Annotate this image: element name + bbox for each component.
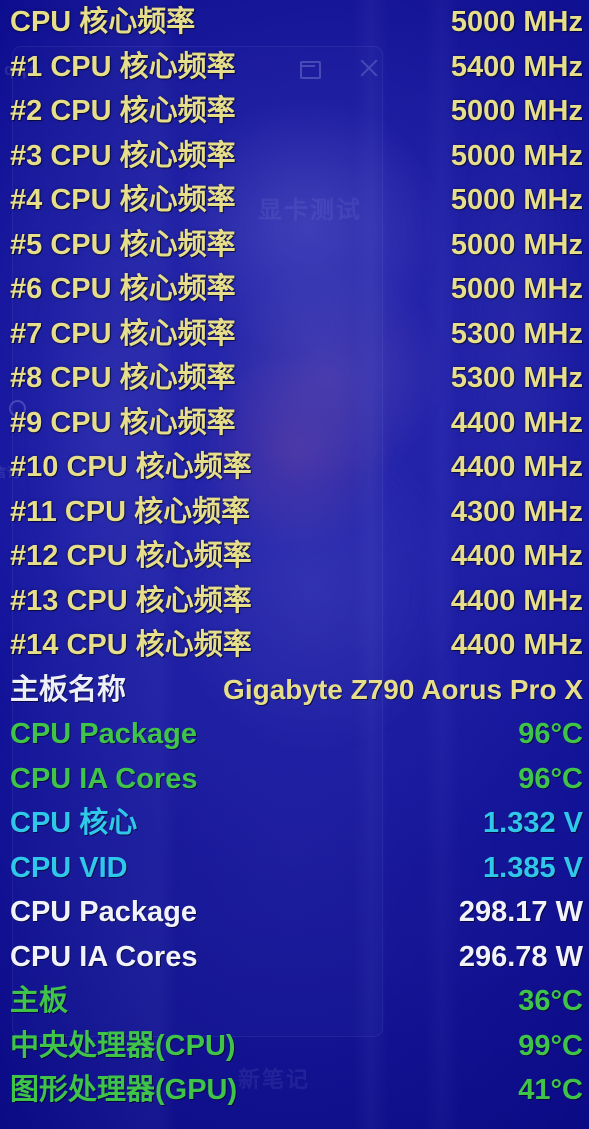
sensor-label: CPU 核心 bbox=[10, 807, 138, 839]
sensor-label: #12 CPU 核心频率 bbox=[10, 540, 252, 572]
sensor-value: 96°C bbox=[518, 718, 583, 750]
sensor-label: #5 CPU 核心频率 bbox=[10, 228, 236, 261]
sensor-label: 主板 bbox=[10, 985, 69, 1017]
sensor-label: #7 CPU 核心频率 bbox=[10, 317, 236, 350]
sensor-value: 4400 MHz bbox=[450, 406, 583, 439]
sensor-value: 4300 MHz bbox=[450, 495, 583, 528]
sensor-readout-list: CPU 核心频率 5000 MHz #1 CPU 核心频率 5400 MHz #2 CP… bbox=[0, 0, 589, 1113]
sensor-row: #12 CPU 核心频率 4400 MHz bbox=[0, 534, 589, 579]
sensor-value: 4400 MHz bbox=[450, 584, 583, 617]
sensor-label: #2 CPU 核心频率 bbox=[10, 95, 236, 127]
sensor-row: #6 CPU 核心频率 5000 MHz bbox=[0, 267, 589, 312]
sensor-row: #8 CPU 核心频率 5300 MHz bbox=[0, 356, 589, 401]
sensor-label: CPU Package bbox=[10, 896, 197, 928]
sensor-value: 5300 MHz bbox=[450, 317, 583, 350]
sensor-row: #1 CPU 核心频率 5400 MHz bbox=[0, 45, 589, 90]
sensor-value: 5000 MHz bbox=[450, 273, 583, 305]
sensor-label: CPU IA Cores bbox=[10, 762, 198, 795]
sensor-label: CPU VID bbox=[10, 851, 128, 884]
sensor-value: 5300 MHz bbox=[450, 362, 583, 394]
sensor-row: 中央处理器(CPU) 99°C bbox=[0, 1024, 589, 1069]
sensor-value: 5400 MHz bbox=[450, 50, 583, 83]
sensor-label: #11 CPU 核心频率 bbox=[10, 495, 251, 528]
sensor-label: CPU 核心频率 bbox=[10, 6, 196, 38]
sensor-label: #6 CPU 核心频率 bbox=[10, 273, 236, 305]
sensor-row: #2 CPU 核心频率 5000 MHz bbox=[0, 89, 589, 134]
sensor-value: 5000 MHz bbox=[450, 6, 583, 38]
sensor-row: CPU VID 1.385 V bbox=[0, 846, 589, 891]
sensor-row: CPU 核心频率 5000 MHz bbox=[0, 0, 589, 45]
sensor-label: CPU Package bbox=[10, 718, 197, 750]
sensor-value: 4400 MHz bbox=[450, 629, 583, 661]
sensor-label: #13 CPU 核心频率 bbox=[10, 584, 252, 617]
monitor-overlay-screen: qqq 显卡测试 言论 新笔记 CPU 核心频率 5000 MHz #1 CPU 核… bbox=[0, 0, 589, 1129]
sensor-label: 主板名称 bbox=[10, 673, 127, 706]
sensor-row: #11 CPU 核心频率 4300 MHz bbox=[0, 490, 589, 535]
sensor-row: #14 CPU 核心频率 4400 MHz bbox=[0, 623, 589, 668]
sensor-row: #9 CPU 核心频率 4400 MHz bbox=[0, 401, 589, 446]
sensor-row: 图形处理器(GPU) 41°C bbox=[0, 1068, 589, 1113]
sensor-value: 4400 MHz bbox=[450, 540, 583, 572]
sensor-row: CPU IA Cores 96°C bbox=[0, 757, 589, 802]
sensor-value: 5000 MHz bbox=[450, 228, 583, 261]
sensor-row: CPU 核心 1.332 V bbox=[0, 801, 589, 846]
sensor-value: 5000 MHz bbox=[450, 95, 583, 127]
sensor-row: 主板名称 Gigabyte Z790 Aorus Pro X bbox=[0, 668, 589, 713]
sensor-value: 5000 MHz bbox=[450, 184, 583, 216]
sensor-value: 96°C bbox=[518, 762, 583, 795]
sensor-label: #3 CPU 核心频率 bbox=[10, 139, 236, 172]
sensor-value: 41°C bbox=[518, 1074, 583, 1106]
sensor-row: CPU Package 96°C bbox=[0, 712, 589, 757]
sensor-row: CPU Package 298.17 W bbox=[0, 890, 589, 935]
sensor-label: #4 CPU 核心频率 bbox=[10, 184, 236, 216]
sensor-label: #10 CPU 核心频率 bbox=[10, 451, 252, 483]
sensor-label: #8 CPU 核心频率 bbox=[10, 362, 236, 394]
sensor-row: #3 CPU 核心频率 5000 MHz bbox=[0, 134, 589, 179]
sensor-value: 1.332 V bbox=[483, 807, 583, 839]
sensor-row: #7 CPU 核心频率 5300 MHz bbox=[0, 312, 589, 357]
sensor-row: CPU IA Cores 296.78 W bbox=[0, 935, 589, 980]
sensor-row: #13 CPU 核心频率 4400 MHz bbox=[0, 579, 589, 624]
sensor-label: #14 CPU 核心频率 bbox=[10, 629, 252, 661]
sensor-value: 36°C bbox=[518, 985, 583, 1017]
sensor-label: CPU IA Cores bbox=[10, 940, 198, 973]
sensor-value: 4400 MHz bbox=[450, 451, 583, 483]
sensor-row: #10 CPU 核心频率 4400 MHz bbox=[0, 445, 589, 490]
sensor-row: #5 CPU 核心频率 5000 MHz bbox=[0, 223, 589, 268]
sensor-row: 主板 36°C bbox=[0, 979, 589, 1024]
sensor-row: #4 CPU 核心频率 5000 MHz bbox=[0, 178, 589, 223]
sensor-label: #1 CPU 核心频率 bbox=[10, 50, 236, 83]
sensor-label: 中央处理器(CPU) bbox=[10, 1029, 236, 1062]
sensor-value: 1.385 V bbox=[483, 851, 583, 884]
sensor-value: 99°C bbox=[518, 1029, 583, 1062]
sensor-value: 298.17 W bbox=[458, 896, 583, 928]
sensor-value: 5000 MHz bbox=[450, 139, 583, 172]
sensor-label: 图形处理器(GPU) bbox=[10, 1074, 238, 1106]
sensor-label: #9 CPU 核心频率 bbox=[10, 406, 236, 439]
sensor-value: 296.78 W bbox=[458, 940, 583, 973]
sensor-value: Gigabyte Z790 Aorus Pro X bbox=[223, 673, 583, 705]
